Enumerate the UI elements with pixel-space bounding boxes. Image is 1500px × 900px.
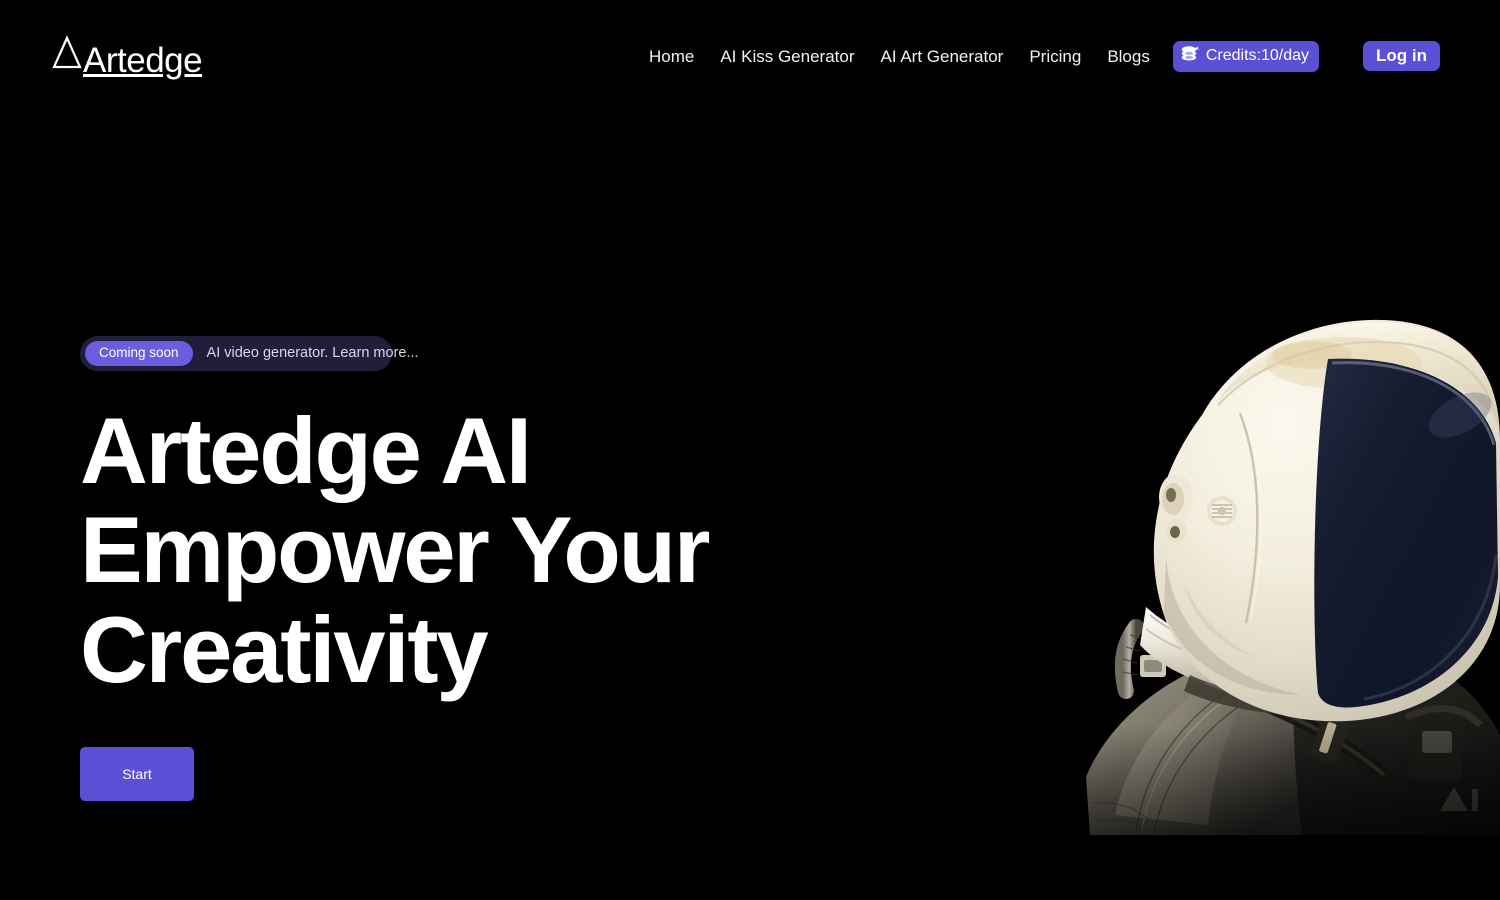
site-header: Artedge Home AI Kiss Generator AI Art Ge… — [0, 0, 1500, 112]
login-button[interactable]: Log in — [1363, 40, 1440, 72]
nav-link-ai-kiss-generator[interactable]: AI Kiss Generator — [707, 48, 867, 65]
announcement-banner[interactable]: Coming soon AI video generator. Learn mo… — [80, 336, 419, 371]
start-button[interactable]: Start — [80, 747, 194, 802]
nav-link-pricing[interactable]: Pricing — [1016, 48, 1094, 65]
announcement-pill: Coming soon — [85, 341, 193, 366]
nav-link-ai-art-generator[interactable]: AI Art Generator — [868, 48, 1017, 65]
credits-badge[interactable]: Credits:10/day — [1172, 40, 1320, 72]
hero-headline: Artedge AI Empower Your Creativity — [80, 397, 710, 702]
nav-link-blogs[interactable]: Blogs — [1094, 48, 1163, 65]
main-nav: Home AI Kiss Generator AI Art Generator … — [636, 0, 1440, 112]
logo-text: Artedge — [83, 41, 203, 80]
coin-stack-icon — [1181, 45, 1200, 67]
nav-link-home[interactable]: Home — [636, 48, 707, 65]
triangle-a-icon — [52, 34, 82, 77]
hero-section: Coming soon AI video generator. Learn mo… — [80, 336, 720, 802]
credits-label: Credits:10/day — [1205, 46, 1310, 64]
announcement-text: AI video generator. Learn more... — [206, 345, 419, 361]
logo[interactable]: Artedge — [52, 34, 203, 80]
page-root: Artedge Home AI Kiss Generator AI Art Ge… — [0, 0, 1500, 900]
hero-astronaut-image — [940, 255, 1500, 835]
